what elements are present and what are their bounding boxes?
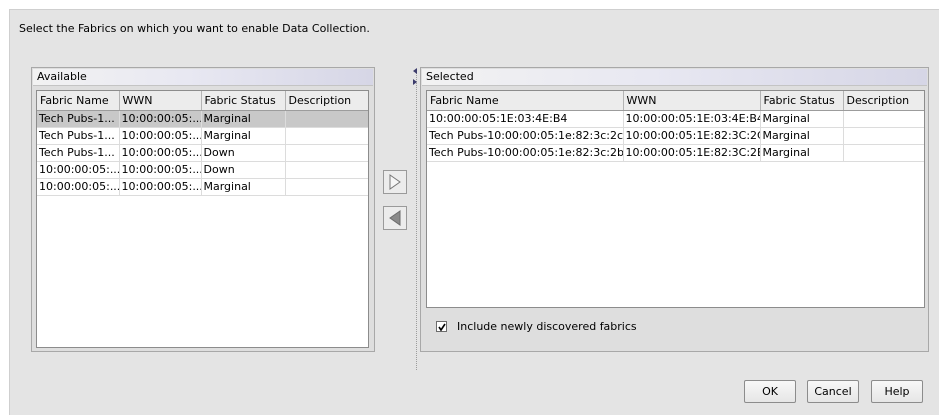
cell-description (285, 144, 368, 162)
selected-table-area[interactable]: Fabric Name WWN Fabric Status Descriptio… (426, 90, 925, 308)
cell-fabric-name: Tech Pubs-10:00:00:05:1e:82:3c:2c (427, 127, 624, 145)
panel-splitter[interactable] (416, 70, 419, 370)
available-col-description[interactable]: Description (285, 91, 368, 111)
cell-fabric-name: Tech Pubs-1... (37, 127, 120, 145)
available-panel-title: Available (33, 69, 373, 86)
table-row[interactable]: Tech Pubs-1... 10:00:00:05:... Marginal (37, 127, 368, 145)
arrow-left-icon (389, 210, 401, 226)
instruction-text: Select the Fabrics on which you want to … (19, 22, 370, 35)
cell-fabric-status: Marginal (760, 144, 844, 162)
available-table: Fabric Name WWN Fabric Status Descriptio… (37, 91, 368, 196)
ok-button[interactable]: OK (744, 380, 796, 403)
cell-wwn: 10:00:00:05:1E:82:3C:2C (623, 127, 761, 145)
cell-description (285, 178, 368, 196)
cell-wwn: 10:00:00:05:... (119, 110, 202, 128)
cell-fabric-status: Marginal (201, 110, 286, 128)
selected-header-row: Fabric Name WWN Fabric Status Descriptio… (427, 91, 924, 111)
cell-wwn: 10:00:00:05:... (119, 144, 202, 162)
available-col-fabric-status[interactable]: Fabric Status (201, 91, 286, 111)
checkmark-icon (438, 323, 446, 331)
table-row[interactable]: Tech Pubs-10:00:00:05:1e:82:3c:2b 10:00:… (427, 144, 924, 162)
cell-description (285, 127, 368, 145)
arrow-right-icon (389, 174, 401, 190)
cell-fabric-name: 10:00:00:05:1E:03:4E:B4 (427, 110, 624, 128)
move-right-button[interactable] (383, 170, 407, 194)
cell-fabric-name: 10:00:00:05:... (37, 178, 120, 196)
cell-fabric-status: Down (201, 161, 286, 179)
available-table-area[interactable]: Fabric Name WWN Fabric Status Descriptio… (36, 90, 369, 348)
cell-wwn: 10:00:00:05:1E:82:3C:2B (623, 144, 761, 162)
help-button[interactable]: Help (871, 380, 923, 403)
cell-fabric-name: Tech Pubs-10:00:00:05:1e:82:3c:2b (427, 144, 624, 162)
selected-col-wwn[interactable]: WWN (623, 91, 761, 111)
splitter-arrows[interactable] (412, 67, 420, 87)
move-left-button[interactable] (383, 206, 407, 230)
table-row[interactable]: 10:00:00:05:1E:03:4E:B4 10:00:00:05:1E:0… (427, 110, 924, 128)
table-row[interactable]: 10:00:00:05:... 10:00:00:05:... Marginal (37, 178, 368, 196)
collapse-right-icon (413, 79, 417, 85)
cell-fabric-name: Tech Pubs-1... (37, 110, 120, 128)
selected-col-fabric-status[interactable]: Fabric Status (760, 91, 844, 111)
table-row[interactable]: 10:00:00:05:... 10:00:00:05:... Down (37, 161, 368, 179)
cell-description (285, 110, 368, 128)
cell-fabric-status: Marginal (201, 127, 286, 145)
selected-col-description[interactable]: Description (843, 91, 924, 111)
include-new-fabrics-row[interactable]: Include newly discovered fabrics (436, 319, 637, 333)
selected-panel-title: Selected (422, 69, 927, 86)
cancel-button[interactable]: Cancel (807, 380, 859, 403)
available-col-wwn[interactable]: WWN (119, 91, 202, 111)
collapse-left-icon (413, 68, 417, 74)
available-col-fabric-name[interactable]: Fabric Name (37, 91, 120, 111)
cell-fabric-status: Marginal (760, 110, 844, 128)
cell-description (285, 161, 368, 179)
table-row[interactable]: Tech Pubs-1... 10:00:00:05:... Down (37, 144, 368, 162)
cell-wwn: 10:00:00:05:... (119, 127, 202, 145)
selected-table: Fabric Name WWN Fabric Status Descriptio… (427, 91, 924, 162)
cell-wwn: 10:00:00:05:... (119, 161, 202, 179)
cell-description (843, 127, 924, 145)
include-new-fabrics-checkbox[interactable] (436, 320, 447, 332)
table-row[interactable]: Tech Pubs-10:00:00:05:1e:82:3c:2c 10:00:… (427, 127, 924, 145)
cell-fabric-status: Down (201, 144, 286, 162)
selected-panel: Selected Fabric Name WWN Fabric Status D… (420, 67, 929, 352)
available-header-row: Fabric Name WWN Fabric Status Descriptio… (37, 91, 368, 111)
table-row[interactable]: Tech Pubs-1... 10:00:00:05:... Marginal (37, 110, 368, 128)
cell-wwn: 10:00:00:05:... (119, 178, 202, 196)
cell-fabric-status: Marginal (201, 178, 286, 196)
cell-description (843, 144, 924, 162)
cell-description (843, 110, 924, 128)
cell-fabric-name: Tech Pubs-1... (37, 144, 120, 162)
cell-fabric-name: 10:00:00:05:... (37, 161, 120, 179)
available-panel: Available Fabric Name WWN Fabric Status … (31, 67, 375, 352)
cell-fabric-status: Marginal (760, 127, 844, 145)
cell-wwn: 10:00:00:05:1E:03:4E:B4 (623, 110, 761, 128)
include-new-fabrics-label: Include newly discovered fabrics (457, 319, 637, 333)
selected-col-fabric-name[interactable]: Fabric Name (427, 91, 624, 111)
